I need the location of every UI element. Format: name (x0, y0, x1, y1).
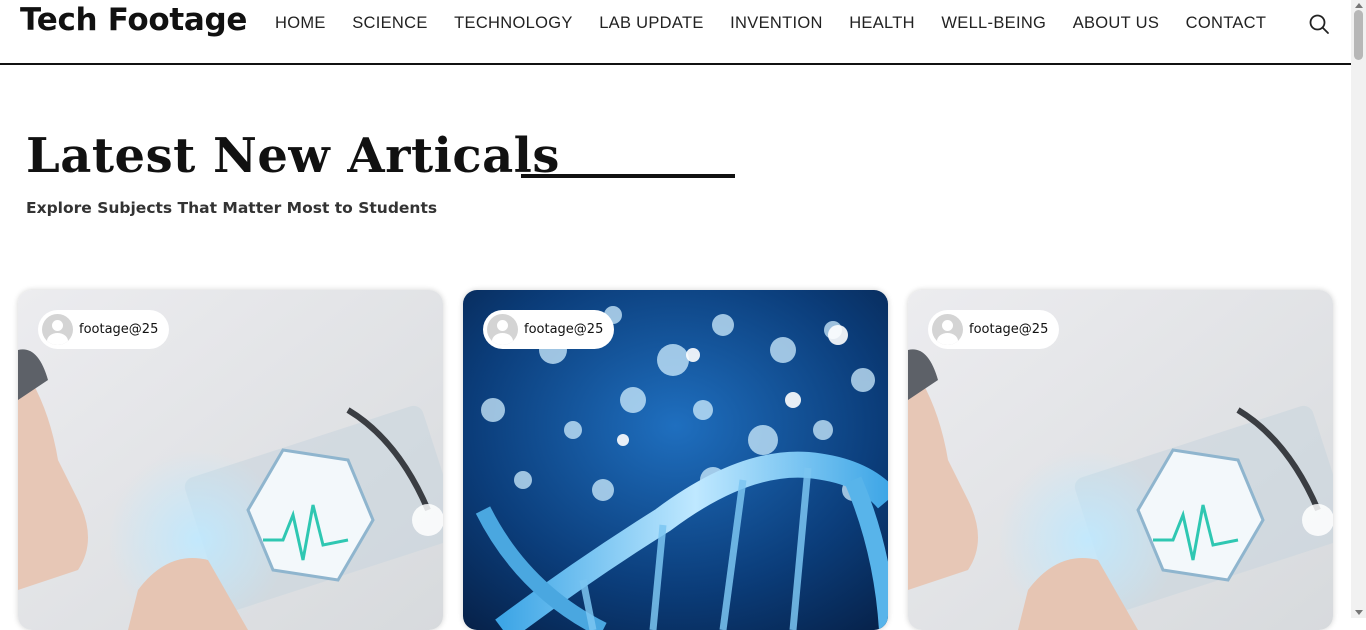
search-icon[interactable] (1308, 13, 1330, 35)
author-badge[interactable]: footage@25 (483, 310, 615, 349)
author-badge[interactable]: footage@25 (928, 310, 1060, 349)
site-header: Tech Footage HOME SCIENCE TECHNOLOGY LAB… (0, 0, 1351, 65)
nav-item-lab-update[interactable]: LAB UPDATE (599, 14, 703, 33)
title-underline (521, 174, 735, 178)
nav-item-about-us[interactable]: ABOUT US (1073, 14, 1159, 33)
author-name: footage@25 (79, 322, 159, 337)
site-logo[interactable]: Tech Footage (20, 2, 247, 38)
nav-item-well-being[interactable]: WELL-BEING (941, 14, 1046, 33)
nav-item-invention[interactable]: INVENTION (730, 14, 823, 33)
scrollbar[interactable] (1351, 0, 1366, 618)
avatar (42, 314, 73, 345)
avatar (487, 314, 518, 345)
nav-item-science[interactable]: SCIENCE (352, 14, 427, 33)
nav-item-contact[interactable]: CONTACT (1186, 14, 1267, 33)
nav-item-technology[interactable]: TECHNOLOGY (454, 14, 573, 33)
section-subtitle: Explore Subjects That Matter Most to Stu… (26, 199, 438, 217)
scroll-down-icon[interactable] (1355, 610, 1363, 615)
scrollbar-thumb[interactable] (1354, 10, 1363, 60)
section-title: Latest New Articals (26, 128, 560, 184)
nav-item-home[interactable]: HOME (275, 14, 326, 33)
article-card[interactable]: footage@25 (908, 290, 1333, 630)
scroll-up-icon[interactable] (1355, 3, 1363, 8)
nav-item-health[interactable]: HEALTH (849, 14, 915, 33)
author-badge[interactable]: footage@25 (38, 310, 170, 349)
author-name: footage@25 (969, 322, 1049, 337)
avatar (932, 314, 963, 345)
article-card[interactable]: footage@25 (463, 290, 888, 630)
main-nav: HOME SCIENCE TECHNOLOGY LAB UPDATE INVEN… (275, 14, 1293, 33)
article-card[interactable]: footage@25 (18, 290, 443, 630)
author-name: footage@25 (524, 322, 604, 337)
